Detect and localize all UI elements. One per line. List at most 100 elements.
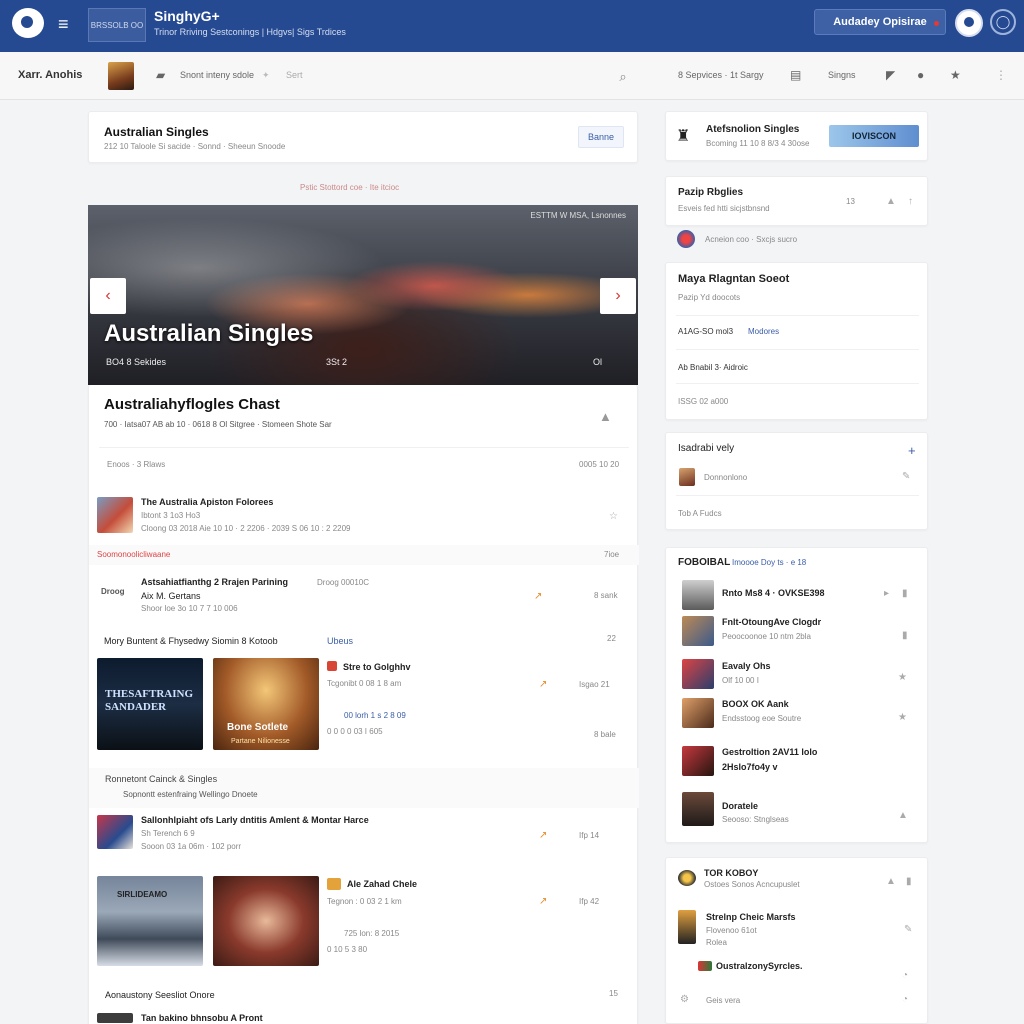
pin-icon[interactable]: ▲ bbox=[898, 810, 908, 821]
album-cover[interactable]: Bone Sotlete Partane Nilionesse bbox=[213, 658, 319, 750]
track-title[interactable]: Stre to Golghhv bbox=[343, 662, 411, 672]
track-title[interactable]: Fnlt-OtoungAve Clogdr bbox=[722, 617, 821, 627]
featured-title[interactable]: Atefsnolion Singles bbox=[706, 124, 799, 135]
share-icon[interactable]: ▲ bbox=[599, 409, 612, 424]
brand-badge[interactable]: BRSSOLB OO bbox=[88, 8, 146, 42]
section-right: 7ioe bbox=[604, 550, 620, 559]
bookmark-icon[interactable]: ▮ bbox=[902, 588, 908, 599]
album-cover-sub: Partane Nilionesse bbox=[231, 738, 290, 745]
star-icon[interactable]: ☆ bbox=[609, 511, 618, 522]
track-title[interactable]: Doratele bbox=[722, 801, 758, 811]
track-title[interactable]: Gestroltion 2AV11 lolo bbox=[722, 747, 817, 757]
track-meta: Sooon 03 1a 06m · 102 porr bbox=[141, 842, 242, 851]
flag-icon[interactable]: ◤ bbox=[886, 68, 895, 82]
card-row-link[interactable]: Modores bbox=[748, 327, 779, 336]
play-icon[interactable]: ▸ bbox=[884, 588, 889, 599]
menu-icon[interactable]: ≡ bbox=[58, 14, 69, 35]
track-artist[interactable]: Aix M. Gertans bbox=[141, 591, 201, 601]
user-avatar[interactable] bbox=[677, 230, 695, 248]
user-avatar[interactable] bbox=[679, 468, 695, 486]
hero-carousel[interactable]: ESTTM W MSA, Lsnonnes ‹ › Australian Sin… bbox=[88, 205, 638, 385]
section-title: Soomonoolicliwaane bbox=[97, 550, 171, 559]
track-title[interactable]: BOOX OK Aank bbox=[722, 699, 789, 709]
track-thumbnail[interactable] bbox=[682, 698, 714, 728]
track-thumbnail[interactable] bbox=[682, 580, 714, 610]
track-title[interactable]: Tan bakino bhnsobu A Pront bbox=[141, 1013, 263, 1023]
search-icon[interactable]: ⌕ bbox=[612, 66, 634, 88]
card-row[interactable]: Tob A Fudcs bbox=[678, 509, 722, 518]
add-icon[interactable]: + bbox=[908, 443, 916, 458]
thumb-icon[interactable]: ▲ bbox=[886, 196, 896, 207]
carousel-prev-button[interactable]: ‹ bbox=[90, 278, 126, 314]
track-title[interactable]: Ale Zahad Chele bbox=[347, 879, 417, 889]
profile-name[interactable]: Xarr. Anohis bbox=[18, 69, 82, 81]
bookmark-icon[interactable]: ▮ bbox=[906, 876, 912, 887]
star-icon[interactable]: ★ bbox=[898, 672, 907, 683]
site-logo[interactable] bbox=[12, 8, 44, 38]
track-thumbnail[interactable] bbox=[682, 616, 714, 646]
pin-icon[interactable]: ★ bbox=[950, 68, 961, 82]
top-cta-button[interactable]: Audadey Opisirae bbox=[814, 9, 946, 35]
arrow-icon[interactable]: ↑ bbox=[908, 196, 913, 207]
carousel-next-button[interactable]: › bbox=[600, 278, 636, 314]
breadcrumb[interactable]: Snont inteny sdole bbox=[180, 70, 254, 80]
widget-subtitle[interactable]: Imoooe Doy ts · e 18 bbox=[732, 558, 806, 567]
popular-title[interactable]: Pazip Rbglies bbox=[678, 187, 743, 198]
banner-button[interactable]: Banne bbox=[578, 126, 624, 148]
feed-label: Pstic Stottord coe · Ite itcioc bbox=[300, 183, 400, 192]
card-icon[interactable]: ▤ bbox=[790, 68, 801, 82]
signs-link[interactable]: Singns bbox=[828, 70, 856, 80]
track-sub[interactable]: Geis vera bbox=[706, 996, 740, 1005]
track-title[interactable]: Astsahiatfianthg 2 Rrajen Parining bbox=[141, 577, 288, 587]
track-thumbnail[interactable] bbox=[682, 659, 714, 689]
track-thumbnail[interactable] bbox=[682, 792, 714, 826]
chart-meta: 700 · Iatsa07 AB ab 10 · 0618 8 Ol Sitgr… bbox=[104, 420, 332, 429]
track-thumbnail[interactable] bbox=[97, 1013, 133, 1023]
track-title[interactable]: Sallonhlpiaht ofs Larly dntitis Amlent &… bbox=[141, 815, 369, 825]
page-header-card: Australian Singles 212 10 Taloole Si sac… bbox=[88, 111, 638, 163]
secondary-toolbar: Xarr. Anohis ▰ Snont inteny sdole ✦ Sert… bbox=[0, 52, 1024, 100]
clock-icon[interactable]: ◔ bbox=[902, 970, 908, 981]
track-title[interactable]: The Australia Apiston Folorees bbox=[141, 497, 273, 507]
track-title[interactable]: Eavaly Ohs bbox=[722, 661, 771, 671]
track-title[interactable]: Strelnp Cheic Marsfs bbox=[706, 912, 796, 922]
card-title[interactable]: Maya Rlagntan Soeot bbox=[678, 273, 789, 285]
section-link[interactable]: Ubeus bbox=[327, 636, 353, 646]
star-icon[interactable]: ★ bbox=[898, 712, 907, 723]
track-thumbnail[interactable] bbox=[682, 746, 714, 776]
avatar[interactable] bbox=[955, 9, 983, 37]
trend-icon: ↗ bbox=[539, 830, 548, 841]
featured-badge[interactable]: IOVISCON bbox=[829, 125, 919, 147]
sort-link[interactable]: Sert bbox=[286, 70, 303, 80]
track-link[interactable]: 00 lorh 1 s 2 8 09 bbox=[344, 711, 406, 720]
more-icon[interactable]: ⋮ bbox=[995, 68, 1007, 82]
car-icon[interactable]: ▰ bbox=[156, 68, 165, 82]
settings-icon[interactable]: ⚙ bbox=[680, 994, 689, 1005]
edit-icon[interactable]: ✎ bbox=[904, 924, 912, 935]
track-thumbnail[interactable] bbox=[97, 815, 133, 849]
filter-label[interactable]: Enoos · 3 Rlaws bbox=[107, 460, 165, 469]
track-thumbnail[interactable] bbox=[678, 910, 696, 944]
like-icon[interactable]: ▲ bbox=[886, 876, 896, 887]
album-cover[interactable]: SIRLIDEAMO bbox=[97, 876, 203, 966]
profile-thumbnail[interactable] bbox=[108, 62, 134, 90]
card-title[interactable]: Isadrabi vely bbox=[678, 443, 734, 454]
maya-card: Maya Rlagntan Soeot Pazip Yd doocots A1A… bbox=[665, 262, 928, 420]
track-link[interactable]: 725 lon: 8 2015 bbox=[344, 929, 399, 938]
bookmark-icon[interactable]: ▮ bbox=[902, 630, 908, 641]
album-cover[interactable] bbox=[213, 876, 319, 966]
track-title[interactable]: OustralzonySyrcles. bbox=[716, 961, 803, 971]
user-icon[interactable]: ◯ bbox=[990, 9, 1016, 35]
track-title[interactable]: Rnto Ms8 4 · OVKSE398 bbox=[722, 588, 825, 598]
track-sub: Rolea bbox=[706, 938, 727, 947]
filter-date: 0005 10 20 bbox=[579, 460, 620, 469]
hero-meta: BO4 8 Sekides bbox=[106, 357, 167, 367]
track-sub: Tegnon : 0 03 2 1 km bbox=[327, 897, 402, 906]
user-line: Acneion coo · Sxcjs sucro bbox=[705, 235, 798, 244]
track-thumbnail[interactable] bbox=[97, 497, 133, 533]
clock-icon[interactable]: ◔ bbox=[902, 994, 908, 1005]
rank-label: Ifp 42 bbox=[579, 897, 600, 906]
edit-icon[interactable]: ✎ bbox=[902, 471, 910, 482]
globe-icon[interactable]: ● bbox=[917, 68, 924, 82]
album-cover[interactable]: THESAFTRAING SANDADER bbox=[97, 658, 203, 750]
